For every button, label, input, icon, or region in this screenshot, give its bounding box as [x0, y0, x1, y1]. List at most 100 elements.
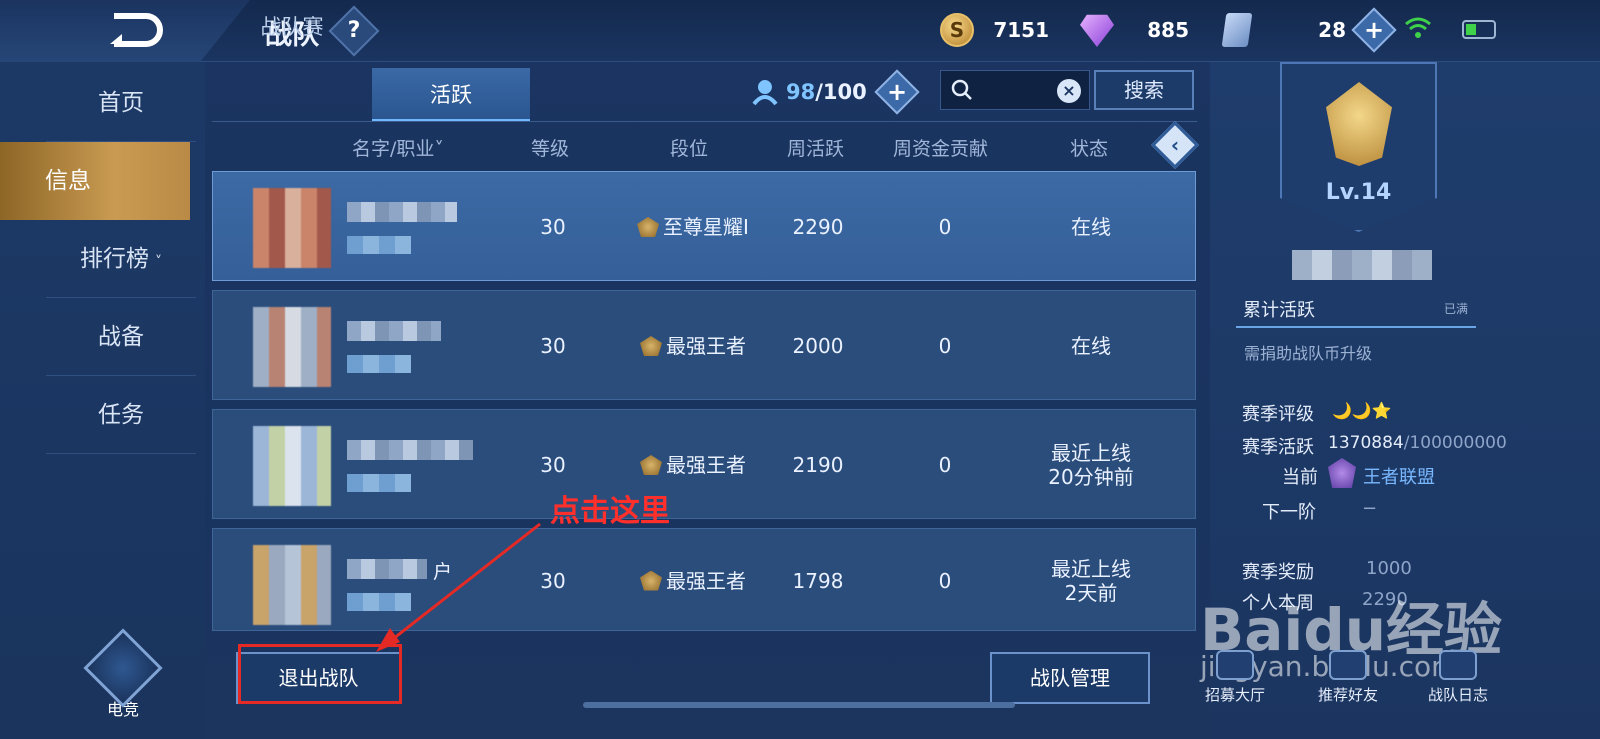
member-role-blurred — [347, 236, 411, 254]
recruit-hall-button[interactable]: 招募大厅 — [1180, 650, 1290, 705]
tab-active[interactable]: 活跃 — [372, 68, 530, 122]
contribution-cell: 0 — [938, 453, 952, 477]
member-name-blurred — [347, 440, 473, 460]
member-count-max: /100 — [815, 80, 867, 104]
horizontal-scrollbar[interactable] — [583, 702, 1015, 708]
member-name-blurred — [347, 321, 441, 341]
tab-team-match[interactable]: 战队赛 — [212, 0, 372, 54]
season-reward-value: 1000 — [1366, 558, 1412, 579]
add-member-button[interactable]: + — [874, 69, 920, 115]
nav-item-label: 战备 — [98, 324, 144, 350]
next-tier-value: − — [1362, 498, 1378, 519]
team-log-button[interactable]: 战队日志 — [1403, 650, 1513, 705]
status-cell: 最近上线 2天前 — [1051, 556, 1131, 605]
accum-active-note: 已满 — [1444, 302, 1469, 316]
rank-label: 最强王者 — [666, 453, 746, 477]
card-icon — [1221, 13, 1253, 47]
table-row[interactable]: 30 至尊星耀I 2290 0 在线 — [212, 171, 1196, 281]
table-row[interactable]: 户 30 最强王者 1798 0 最近上线 2天前 — [212, 528, 1196, 631]
tab-label: 活跃 — [430, 83, 472, 107]
level-cell: 30 — [540, 334, 566, 358]
nav-item-home[interactable]: 首页 — [46, 64, 196, 142]
team-manage-button[interactable]: 战队管理 — [990, 652, 1150, 704]
column-header-weekly-active: 周活跃 — [787, 138, 845, 160]
clear-search-button[interactable]: × — [1057, 79, 1081, 103]
season-reward-label: 赛季奖励 — [1242, 562, 1314, 583]
weekly-active-cell: 2000 — [792, 334, 844, 358]
weekly-active-cell: 2190 — [792, 453, 844, 477]
season-rating-icons: 🌙🌙⭐ — [1332, 401, 1392, 420]
column-header-level: 等级 — [531, 138, 570, 160]
next-tier-label: 下一阶 — [1262, 502, 1316, 523]
wifi-icon — [1405, 17, 1431, 38]
nav-item-label: 首页 — [98, 90, 144, 116]
column-header-name[interactable]: 名字/职业˅ — [352, 134, 444, 161]
nav-item-label: 任务 — [98, 402, 144, 428]
rank-label: 最强王者 — [666, 334, 746, 358]
avatar — [253, 426, 331, 506]
member-role-blurred — [347, 474, 411, 492]
contribution-cell: 0 — [938, 215, 952, 239]
search-button[interactable]: 搜索 — [1094, 70, 1194, 110]
rank-label: 至尊星耀I — [663, 215, 749, 239]
friend-icon — [1329, 650, 1367, 680]
search-input[interactable] — [979, 76, 1049, 104]
member-role-blurred — [347, 355, 411, 373]
search-icon — [951, 79, 972, 100]
weekly-active-cell: 2290 — [792, 215, 844, 239]
avatar — [253, 307, 331, 387]
rank-cell: 至尊星耀I — [613, 172, 773, 282]
card-currency: 28 + — [1221, 7, 1397, 53]
nav-item-prep[interactable]: 战备 — [46, 298, 196, 376]
card-value: 28 — [1318, 18, 1346, 42]
gold-coin-icon: S — [940, 13, 974, 47]
nav-item-info[interactable]: 信息 — [0, 142, 190, 220]
avatar — [253, 188, 331, 268]
member-name-blurred — [347, 202, 457, 222]
collapse-panel-button[interactable]: ‹ — [1150, 120, 1200, 170]
log-label: 战队日志 — [1427, 686, 1488, 704]
nav-item-label: 排行榜 — [80, 246, 149, 272]
tab-label: 战队赛 — [260, 15, 324, 39]
recruit-label: 招募大厅 — [1204, 686, 1265, 704]
rank-badge-icon — [640, 455, 662, 475]
accum-underline — [1236, 326, 1476, 328]
gem-value: 885 — [1147, 18, 1189, 42]
avatar — [253, 545, 331, 625]
gold-currency: S 7151 — [940, 12, 1049, 48]
recommend-friend-button[interactable]: 推荐好友 — [1293, 650, 1403, 705]
current-tier-value[interactable]: 王者联盟 — [1363, 463, 1435, 489]
table-row[interactable]: 30 最强王者 2190 0 最近上线 20分钟前 — [212, 409, 1196, 519]
contribution-cell: 0 — [938, 568, 952, 593]
status-cell: 在线 — [1071, 334, 1111, 358]
nav-item-label: 信息 — [45, 168, 91, 194]
annotation-label: 点击这里 — [550, 494, 670, 529]
chevron-left-icon: ‹ — [1170, 133, 1180, 157]
back-arrow-icon — [110, 13, 163, 47]
contribution-cell: 0 — [938, 334, 952, 358]
rank-badge-icon — [640, 570, 662, 591]
tab-divider — [212, 121, 1197, 122]
nav-item-leaderboard[interactable]: 排行榜 ˅ — [46, 220, 196, 298]
column-header-status: 状态 — [1070, 138, 1109, 160]
status-cell: 在线 — [1071, 215, 1111, 239]
nav-item-tasks[interactable]: 任务 — [46, 376, 196, 454]
rank-label: 最强王者 — [666, 568, 746, 593]
season-rating-label: 赛季评级 — [1242, 404, 1314, 425]
chevron-down-icon: ˅ — [155, 254, 162, 270]
esports-button[interactable]: 电竞 — [83, 628, 163, 720]
annotation-arrow-icon — [376, 522, 541, 652]
rank-badge-icon — [637, 217, 660, 237]
add-card-button[interactable]: + — [1351, 7, 1397, 53]
table-row[interactable]: 30 最强王者 2000 0 在线 — [212, 290, 1196, 400]
battery-icon — [1462, 20, 1496, 39]
log-icon — [1439, 650, 1477, 680]
gem-icon — [1080, 14, 1114, 47]
plus-icon: + — [886, 78, 907, 106]
season-active-label: 赛季活跃 — [1242, 437, 1314, 458]
current-tier-label: 当前 — [1282, 467, 1318, 488]
gold-value: 7151 — [993, 18, 1049, 42]
rank-cell: 最强王者 — [613, 291, 773, 401]
recommend-label: 推荐好友 — [1317, 686, 1378, 704]
column-header-contribution: 周资金贡献 — [893, 138, 989, 160]
